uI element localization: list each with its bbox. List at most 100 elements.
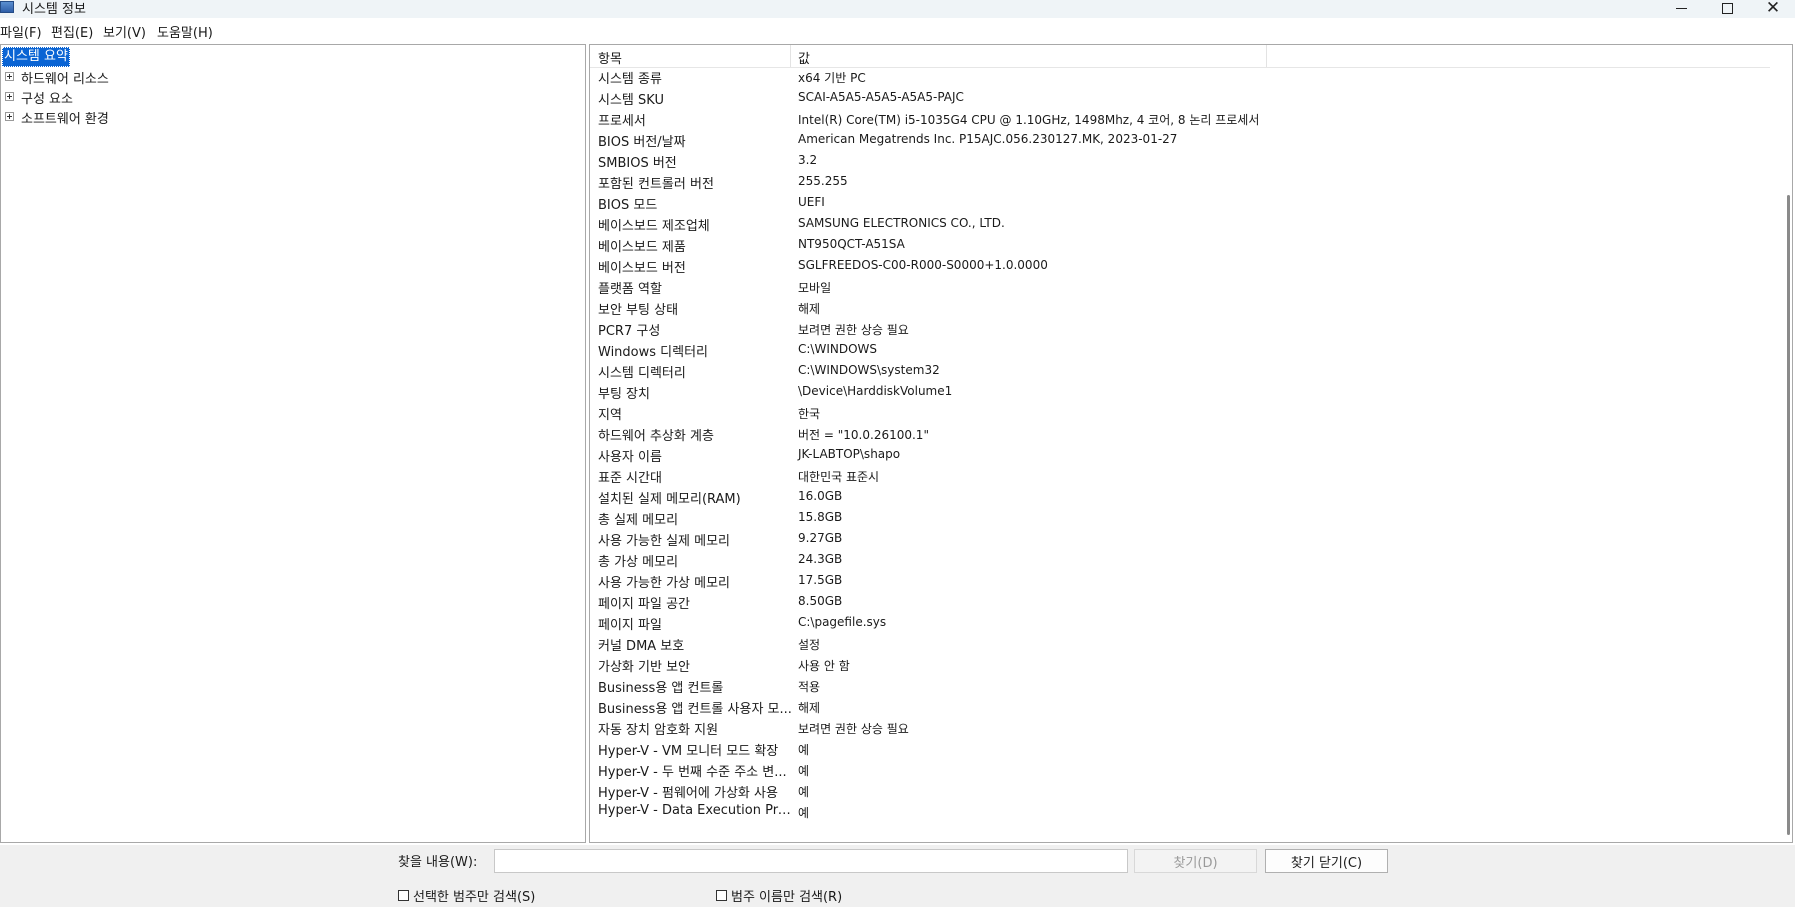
category-tree[interactable]: 시스템 요약 하드웨어 리소스 구성 요소 소프트웨어 환경 [0,44,586,843]
search-panel: 찾을 내용(W): 찾기(D) 찾기 닫기(C) 선택한 범주만 검색(S) 범… [0,845,1795,907]
minimize-icon [1675,7,1687,9]
checkbox-box[interactable] [716,889,727,901]
item-cell: 시스템 종류 [598,72,662,87]
close-icon: ✕ [1765,0,1781,18]
vertical-scrollbar[interactable] [1787,195,1790,835]
value-cell: 설정 [798,638,821,652]
column-divider[interactable] [1266,45,1267,67]
minimize-button[interactable] [1658,0,1704,18]
search-input[interactable] [494,849,1128,873]
find-button[interactable]: 찾기(D) [1134,849,1257,873]
search-category-names-checkbox[interactable]: 범주 이름만 검색(R) [716,887,842,905]
value-cell: 예 [798,806,810,820]
value-cell: 16.0GB [798,489,843,503]
list-row[interactable]: SMBIOS 버전 3.2 [590,151,1770,172]
list-row[interactable]: Hyper-V - 펌웨어에 가상화 사용 예 [590,781,1770,802]
expand-icon[interactable] [5,112,14,121]
list-row[interactable]: 포함된 컨트롤러 버전 255.255 [590,172,1770,193]
list-row[interactable]: 시스템 디렉터리 C:\WINDOWS\system32 [590,361,1770,382]
value-cell: SAMSUNG ELECTRONICS CO., LTD. [798,216,1005,230]
menu-view[interactable]: 보기(V) [103,22,146,41]
item-cell: 설치된 실제 메모리(RAM) [598,492,741,507]
item-cell: 사용 가능한 실제 메모리 [598,534,730,549]
tree-item-system-summary[interactable]: 시스템 요약 [2,47,70,67]
item-cell: Hyper-V - Data Execution Prote... [598,803,793,818]
value-cell: 9.27GB [798,531,843,545]
item-cell: Business용 앱 컨트롤 사용자 모... [598,702,792,717]
menu-help[interactable]: 도움말(H) [157,22,213,41]
list-row[interactable]: 보안 부팅 상태 해제 [590,298,1770,319]
item-cell: PCR7 구성 [598,324,661,339]
item-cell: 사용 가능한 가상 메모리 [598,576,730,591]
column-header-item[interactable]: 항목 [598,48,622,67]
item-cell: Business용 앱 컨트롤 [598,681,724,696]
list-row[interactable]: 설치된 실제 메모리(RAM) 16.0GB [590,487,1770,508]
value-cell: x64 기반 PC [798,71,866,85]
list-row[interactable]: 베이스보드 버전 SGLFREEDOS-C00-R000-S0000+1.0.00… [590,256,1770,277]
list-row[interactable]: Hyper-V - Data Execution Prote... 예 [590,802,1770,823]
close-button[interactable]: ✕ [1750,0,1795,18]
tree-item-label: 하드웨어 리소스 [21,72,109,87]
expand-icon[interactable] [5,72,14,81]
list-row[interactable]: 페이지 파일 공간 8.50GB [590,592,1770,613]
value-cell: 모바일 [798,281,832,295]
list-row[interactable]: Windows 디렉터리 C:\WINDOWS [590,340,1770,361]
item-cell: BIOS 버전/날짜 [598,135,686,150]
item-cell: 시스템 SKU [598,93,664,108]
value-cell: 예 [798,764,810,778]
list-row[interactable]: BIOS 모드 UEFI [590,193,1770,214]
list-header: 항목 값 [590,45,1770,68]
list-row[interactable]: 페이지 파일 C:\pagefile.sys [590,613,1770,634]
column-header-value[interactable]: 값 [798,48,810,67]
list-row[interactable]: 시스템 종류 x64 기반 PC [590,67,1770,88]
item-cell: Windows 디렉터리 [598,345,709,360]
menu-file[interactable]: 파일(F) [0,22,42,41]
system-info-icon [0,1,14,13]
value-cell: 예 [798,743,810,757]
list-row[interactable]: 플랫폼 역할 모바일 [590,277,1770,298]
list-row[interactable]: 사용 가능한 실제 메모리 9.27GB [590,529,1770,550]
item-cell: 자동 장치 암호화 지원 [598,723,719,738]
value-cell: 한국 [798,407,821,421]
list-row[interactable]: 베이스보드 제조업체 SAMSUNG ELECTRONICS CO., LTD. [590,214,1770,235]
value-cell: SGLFREEDOS-C00-R000-S0000+1.0.0000 [798,258,1048,272]
list-row[interactable]: BIOS 버전/날짜 American Megatrends Inc. P15AJ… [590,130,1770,151]
list-row[interactable]: 가상화 기반 보안 사용 안 함 [590,655,1770,676]
checkbox-box[interactable] [398,889,409,901]
title-bar: 시스템 정보 ✕ [0,0,1795,18]
value-cell: 보려면 권한 상승 필요 [798,323,909,337]
list-row[interactable]: 커널 DMA 보호 설정 [590,634,1770,655]
close-find-button[interactable]: 찾기 닫기(C) [1265,849,1388,873]
list-row[interactable]: Hyper-V - VM 모니터 모드 확장 예 [590,739,1770,760]
item-cell: 플랫폼 역할 [598,282,662,297]
value-cell: 255.255 [798,174,848,188]
item-cell: 총 가상 메모리 [598,555,679,570]
list-row[interactable]: 베이스보드 제품 NT950QCT-A51SA [590,235,1770,256]
expand-icon[interactable] [5,92,14,101]
list-row[interactable]: 하드웨어 추상화 계층 버전 = "10.0.26100.1" [590,424,1770,445]
list-row[interactable]: 자동 장치 암호화 지원 보려면 권한 상승 필요 [590,718,1770,739]
value-cell: C:\pagefile.sys [798,615,887,629]
column-divider[interactable] [790,45,791,67]
search-selected-category-checkbox[interactable]: 선택한 범주만 검색(S) [398,887,536,905]
value-cell: NT950QCT-A51SA [798,237,905,251]
list-row[interactable]: Business용 앱 컨트롤 사용자 모... 해제 [590,697,1770,718]
list-row[interactable]: Business용 앱 컨트롤 적용 [590,676,1770,697]
list-row[interactable]: Hyper-V - 두 번째 수준 주소 변... 예 [590,760,1770,781]
list-row[interactable]: 프로세서 Intel(R) Core(TM) i5-1035G4 CPU @ 1.… [590,109,1770,130]
list-row[interactable]: 사용자 이름 JK-LABTOP\shapo [590,445,1770,466]
list-row[interactable]: 부팅 장치 \Device\HarddiskVolume1 [590,382,1770,403]
checkbox-label: 선택한 범주만 검색(S) [413,889,536,905]
list-row[interactable]: 시스템 SKU SCAI-A5A5-A5A5-A5A5-PAJC [590,88,1770,109]
list-row[interactable]: 사용 가능한 가상 메모리 17.5GB [590,571,1770,592]
list-row[interactable]: 표준 시간대 대한민국 표준시 [590,466,1770,487]
menu-edit[interactable]: 편집(E) [51,22,93,41]
maximize-button[interactable] [1704,0,1750,18]
value-cell: C:\WINDOWS [798,342,878,356]
list-row[interactable]: 총 실제 메모리 15.8GB [590,508,1770,529]
list-row[interactable]: 총 가상 메모리 24.3GB [590,550,1770,571]
list-row[interactable]: 지역 한국 [590,403,1770,424]
details-list[interactable]: 항목 값 시스템 종류 x64 기반 PC 시스템 SKU SCAI-A5A5-A5A… [589,44,1793,843]
item-cell: 사용자 이름 [598,450,662,465]
list-row[interactable]: PCR7 구성 보려면 권한 상승 필요 [590,319,1770,340]
